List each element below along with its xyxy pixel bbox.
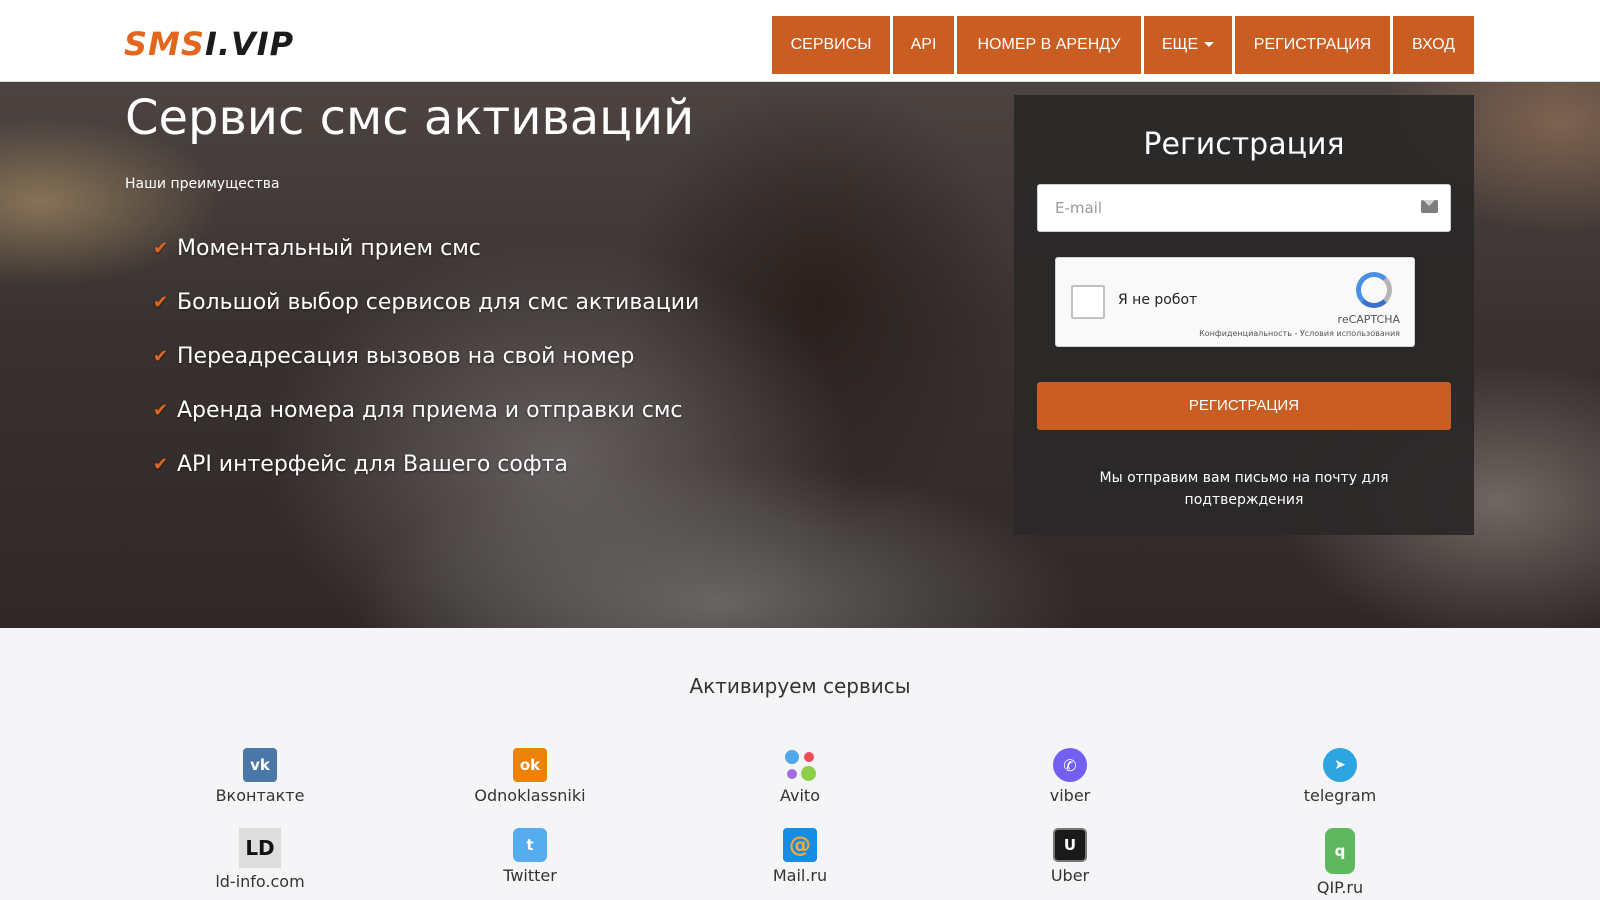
check-icon: ✔ bbox=[153, 399, 169, 421]
recaptcha-links[interactable]: Конфиденциальность - Условия использован… bbox=[1199, 329, 1400, 338]
recaptcha-brand: reCAPTCHA bbox=[1337, 313, 1400, 326]
nav-login-label: ВХОД bbox=[1411, 36, 1456, 53]
feature-text: Переадресация вызовов на свой номер bbox=[177, 343, 635, 369]
service-vk[interactable]: vk Вконтакте bbox=[150, 748, 370, 805]
service-uber[interactable]: U Uber bbox=[960, 828, 1180, 885]
hero-title: Сервис смс активаций bbox=[125, 90, 695, 146]
service-telegram[interactable]: ➤ telegram bbox=[1230, 748, 1450, 805]
registration-note: Мы отправим вам письмо на почту для подт… bbox=[1099, 470, 1389, 508]
nav-more-dropdown[interactable]: ЕЩЕ bbox=[1144, 16, 1232, 74]
nav-login[interactable]: ВХОД bbox=[1393, 16, 1474, 74]
feature-item: ✔ API интерфейс для Вашего софта bbox=[153, 449, 568, 479]
ld-info-icon: LD bbox=[239, 828, 281, 868]
check-icon: ✔ bbox=[153, 453, 169, 475]
caret-down-icon bbox=[1204, 42, 1215, 48]
hero-section: Сервис смс активаций Наши преимущества ✔… bbox=[0, 82, 1600, 628]
envelope-icon bbox=[1421, 200, 1438, 213]
register-button[interactable]: РЕГИСТРАЦИЯ bbox=[1037, 382, 1451, 430]
service-label: Вконтакте bbox=[215, 786, 305, 805]
services-section: Активируем сервисы vk Вконтакте ok Odnok… bbox=[0, 628, 1600, 900]
nav-services[interactable]: СЕРВИСЫ bbox=[772, 16, 890, 74]
site-logo[interactable]: SMSI.VIP bbox=[124, 24, 294, 64]
service-label: Odnoklassniki bbox=[474, 786, 586, 805]
qip-icon: q bbox=[1325, 828, 1355, 874]
service-label: ld-info.com bbox=[215, 872, 305, 891]
service-label: Mail.ru bbox=[772, 866, 828, 885]
mailru-icon: @ bbox=[783, 828, 817, 862]
hero-subtitle: Наши преимущества bbox=[125, 176, 280, 192]
service-label: Uber bbox=[1050, 866, 1090, 885]
registration-title: Регистрация bbox=[1143, 127, 1345, 162]
nav-rent-number[interactable]: НОМЕР В АРЕНДУ bbox=[957, 16, 1141, 74]
uber-icon: U bbox=[1053, 828, 1087, 862]
nav-register[interactable]: РЕГИСТРАЦИЯ bbox=[1235, 16, 1390, 74]
feature-item: ✔ Аренда номера для приема и отправки смс bbox=[153, 395, 683, 425]
service-mailru[interactable]: @ Mail.ru bbox=[690, 828, 910, 885]
check-icon: ✔ bbox=[153, 345, 169, 367]
vk-icon: vk bbox=[243, 748, 277, 782]
check-icon: ✔ bbox=[153, 291, 169, 313]
recaptcha-label: Я не робот bbox=[1118, 292, 1198, 308]
service-twitter[interactable]: t Twitter bbox=[420, 828, 640, 885]
service-label: telegram bbox=[1303, 786, 1377, 805]
registration-panel: Регистрация Я не робот reCAPTCHA Конфиде… bbox=[1014, 95, 1474, 535]
feature-text: Большой выбор сервисов для смс активации bbox=[177, 289, 700, 315]
twitter-icon: t bbox=[513, 828, 547, 862]
logo-part-sms: SMS bbox=[124, 25, 205, 63]
feature-item: ✔ Большой выбор сервисов для смс активаци… bbox=[153, 287, 699, 317]
service-qip[interactable]: q QIP.ru bbox=[1230, 828, 1450, 897]
service-avito[interactable]: Avito bbox=[690, 748, 910, 805]
logo-part-vip: I.VIP bbox=[204, 25, 295, 63]
nav-more-label: ЕЩЕ bbox=[1161, 36, 1199, 53]
recaptcha-checkbox[interactable] bbox=[1071, 285, 1105, 319]
nav-register-label: РЕГИСТРАЦИЯ bbox=[1253, 36, 1372, 53]
service-label: Avito bbox=[780, 786, 820, 805]
service-odnoklassniki[interactable]: ok Odnoklassniki bbox=[420, 748, 640, 805]
service-ld-info[interactable]: LD ld-info.com bbox=[150, 828, 370, 891]
feature-item: ✔ Моментальный прием смс bbox=[153, 233, 481, 263]
service-label: viber bbox=[1049, 786, 1091, 805]
feature-text: Моментальный прием смс bbox=[177, 235, 481, 261]
avito-icon bbox=[783, 748, 817, 782]
service-label: QIP.ru bbox=[1316, 878, 1364, 897]
service-label: Twitter bbox=[503, 866, 557, 885]
telegram-icon: ➤ bbox=[1323, 748, 1357, 782]
service-viber[interactable]: ✆ viber bbox=[960, 748, 1180, 805]
site-header: SMSI.VIP СЕРВИСЫ API НОМЕР В АРЕНДУ ЕЩЕ … bbox=[0, 0, 1600, 82]
odnoklassniki-icon: ok bbox=[513, 748, 547, 782]
nav-rent-number-label: НОМЕР В АРЕНДУ bbox=[977, 36, 1121, 53]
recaptcha-logo-icon bbox=[1356, 272, 1392, 308]
feature-text: Аренда номера для приема и отправки смс bbox=[177, 397, 683, 423]
feature-text: API интерфейс для Вашего софта bbox=[177, 451, 568, 477]
nav-api[interactable]: API bbox=[893, 16, 954, 74]
services-title: Активируем сервисы bbox=[689, 674, 911, 698]
feature-item: ✔ Переадресация вызовов на свой номер bbox=[153, 341, 634, 371]
email-field[interactable] bbox=[1037, 184, 1451, 232]
nav-services-label: СЕРВИСЫ bbox=[790, 36, 872, 53]
email-input[interactable] bbox=[1038, 185, 1408, 231]
recaptcha-widget: Я не робот reCAPTCHA Конфиденциальность … bbox=[1055, 257, 1415, 347]
check-icon: ✔ bbox=[153, 237, 169, 259]
viber-icon: ✆ bbox=[1053, 748, 1087, 782]
nav-api-label: API bbox=[910, 36, 937, 53]
